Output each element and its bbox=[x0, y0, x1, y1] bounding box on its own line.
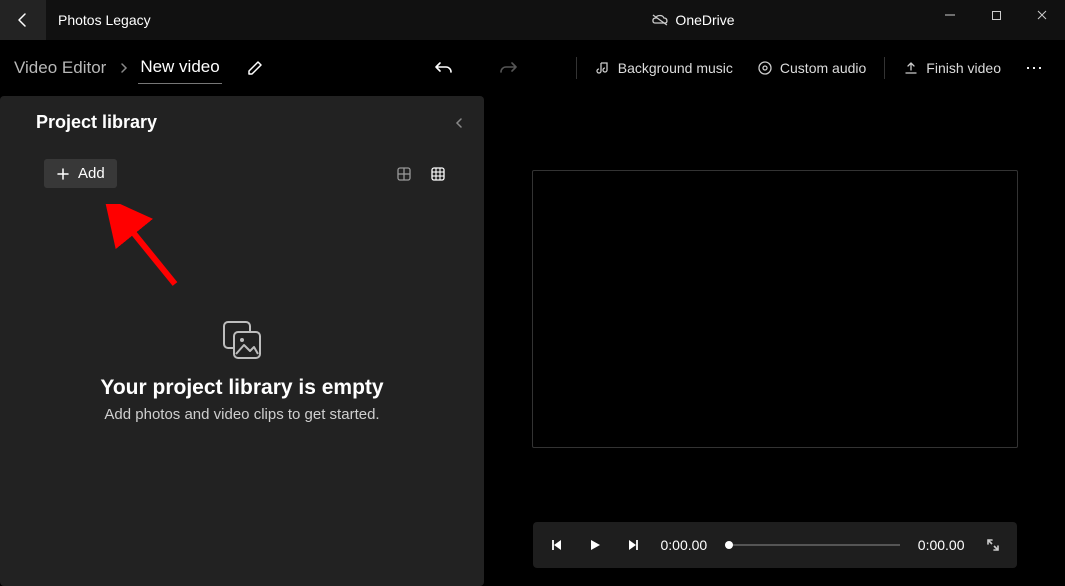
view-small-button[interactable] bbox=[428, 164, 448, 184]
breadcrumb-root[interactable]: Video Editor bbox=[10, 54, 110, 82]
play-icon bbox=[587, 537, 603, 553]
preview-canvas bbox=[532, 170, 1018, 448]
grid-small-icon bbox=[430, 166, 446, 182]
minimize-icon bbox=[944, 9, 956, 21]
redo-icon bbox=[498, 59, 518, 77]
preview-area: 0:00.00 0:00.00 bbox=[484, 96, 1065, 586]
seek-slider[interactable] bbox=[725, 544, 900, 546]
chevron-left-icon bbox=[454, 116, 464, 130]
app-title: Photos Legacy bbox=[58, 12, 151, 28]
arrow-left-icon bbox=[15, 12, 31, 28]
add-button[interactable]: Add bbox=[44, 159, 117, 188]
grid-large-icon bbox=[396, 166, 412, 182]
back-button[interactable] bbox=[0, 0, 46, 40]
background-music-label: Background music bbox=[618, 60, 733, 76]
custom-audio-button[interactable]: Custom audio bbox=[747, 54, 876, 82]
toolbar: Video Editor New video Background music … bbox=[0, 40, 1065, 96]
finish-video-button[interactable]: Finish video bbox=[893, 54, 1011, 82]
collapse-panel-button[interactable] bbox=[454, 116, 464, 130]
play-button[interactable] bbox=[585, 537, 605, 553]
close-button[interactable] bbox=[1019, 0, 1065, 30]
separator bbox=[884, 57, 885, 79]
more-button[interactable]: ⋯ bbox=[1015, 58, 1055, 79]
fullscreen-icon bbox=[985, 537, 1001, 553]
onedrive-status[interactable]: OneDrive bbox=[650, 12, 734, 28]
undo-icon bbox=[434, 59, 454, 77]
step-forward-icon bbox=[625, 537, 641, 553]
step-back-icon bbox=[549, 537, 565, 553]
ellipsis-icon: ⋯ bbox=[1025, 58, 1045, 78]
breadcrumb-current[interactable]: New video bbox=[138, 53, 221, 84]
view-large-button[interactable] bbox=[394, 164, 414, 184]
empty-state: Your project library is empty Add photos… bbox=[0, 198, 484, 586]
close-icon bbox=[1036, 9, 1048, 21]
maximize-icon bbox=[991, 10, 1002, 21]
onedrive-label: OneDrive bbox=[675, 12, 734, 28]
title-bar: Photos Legacy OneDrive bbox=[0, 0, 1065, 40]
audio-icon bbox=[757, 60, 773, 76]
minimize-button[interactable] bbox=[927, 0, 973, 30]
total-time: 0:00.00 bbox=[918, 537, 965, 553]
music-icon bbox=[595, 60, 611, 76]
project-library-panel: Project library Add bbox=[0, 96, 484, 586]
empty-title: Your project library is empty bbox=[100, 376, 383, 400]
background-music-button[interactable]: Background music bbox=[585, 54, 743, 82]
redo-button[interactable] bbox=[490, 50, 526, 86]
add-button-label: Add bbox=[78, 165, 105, 182]
export-icon bbox=[903, 60, 919, 76]
window-controls bbox=[927, 0, 1065, 30]
chevron-right-icon bbox=[116, 62, 132, 74]
custom-audio-label: Custom audio bbox=[780, 60, 866, 76]
play-bar: 0:00.00 0:00.00 bbox=[533, 522, 1017, 568]
cloud-off-icon bbox=[650, 13, 668, 27]
plus-icon bbox=[56, 167, 70, 181]
pencil-icon bbox=[246, 59, 264, 77]
separator bbox=[576, 57, 577, 79]
empty-subtitle: Add photos and video clips to get starte… bbox=[104, 406, 379, 423]
undo-button[interactable] bbox=[426, 50, 462, 86]
current-time: 0:00.00 bbox=[661, 537, 708, 553]
rename-button[interactable] bbox=[246, 59, 264, 77]
fullscreen-button[interactable] bbox=[983, 537, 1003, 553]
maximize-button[interactable] bbox=[973, 0, 1019, 30]
next-frame-button[interactable] bbox=[623, 537, 643, 553]
finish-video-label: Finish video bbox=[926, 60, 1001, 76]
right-toolbar: Background music Custom audio Finish vid… bbox=[572, 54, 1055, 82]
photos-icon bbox=[218, 318, 266, 362]
project-library-title: Project library bbox=[36, 112, 157, 133]
prev-frame-button[interactable] bbox=[547, 537, 567, 553]
